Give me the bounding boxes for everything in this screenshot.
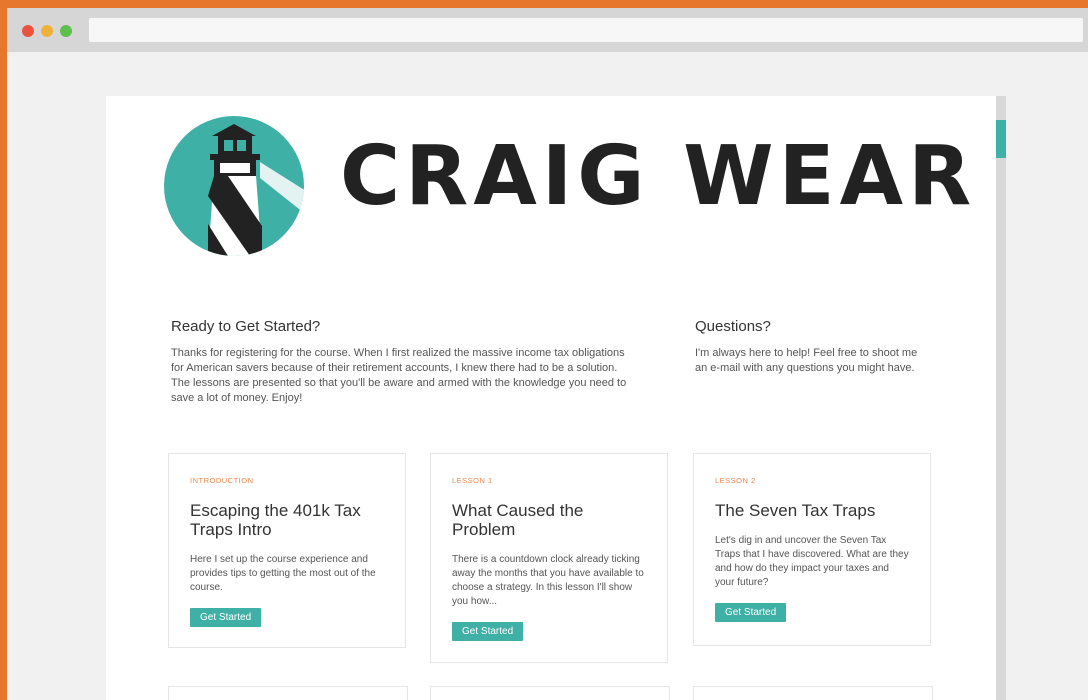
page-content: CRAIG WEAR Ready to Get Started? Thanks … [106, 96, 996, 700]
minimize-window-icon[interactable] [41, 25, 53, 37]
get-started-button[interactable]: Get Started [452, 622, 524, 641]
card-title[interactable]: What Caused the Problem [452, 501, 647, 539]
card-title[interactable]: The Seven Tax Traps [715, 501, 910, 520]
questions-title: Questions? [695, 318, 771, 335]
browser-window: CRAIG WEAR Ready to Get Started? Thanks … [7, 8, 1088, 700]
card-text: Here I set up the course experience and … [190, 554, 376, 593]
lighthouse-logo-icon [164, 116, 304, 256]
browser-titlebar [7, 8, 1088, 52]
get-started-button[interactable]: Get Started [715, 603, 787, 622]
page-scrollbar[interactable] [996, 96, 1006, 700]
card-label: LESSON 1 [452, 476, 493, 485]
questions-text: I'm always here to help! Feel free to sh… [695, 347, 918, 374]
card-label: LESSON 2 [715, 476, 756, 485]
card-title[interactable]: Escaping the 401k Tax Traps Intro [190, 501, 385, 539]
close-window-icon[interactable] [22, 25, 34, 37]
address-bar[interactable] [89, 18, 1083, 42]
course-card-placeholder [430, 686, 670, 700]
card-text: There is a countdown clock already ticki… [452, 554, 644, 607]
course-card-lesson-2: LESSON 2 The Seven Tax Traps Let's dig i… [693, 453, 931, 646]
get-started-button[interactable]: Get Started [190, 608, 262, 627]
course-card-placeholder [693, 686, 933, 700]
card-text: Let's dig in and uncover the Seven Tax T… [715, 535, 909, 588]
brand-wordmark: CRAIG WEAR [340, 129, 977, 224]
intro-text: Thanks for registering for the course. W… [171, 347, 627, 404]
card-label: INTRODUCTION [190, 476, 254, 485]
intro-title: Ready to Get Started? [171, 318, 321, 335]
maximize-window-icon[interactable] [60, 25, 72, 37]
course-card-lesson-1: LESSON 1 What Caused the Problem There i… [430, 453, 668, 663]
course-card-introduction: INTRODUCTION Escaping the 401k Tax Traps… [168, 453, 406, 648]
course-card-placeholder [168, 686, 408, 700]
scrollbar-thumb[interactable] [996, 120, 1006, 158]
